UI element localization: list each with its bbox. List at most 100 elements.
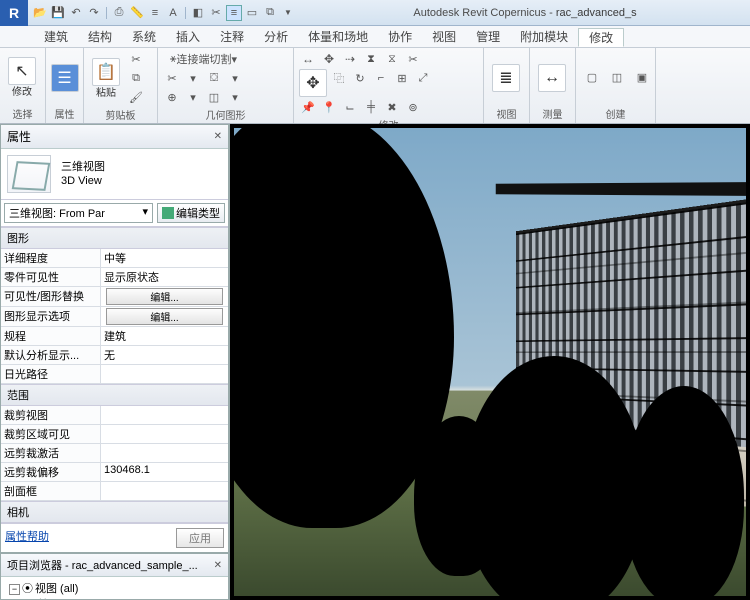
app-logo[interactable]: R [0, 0, 28, 26]
property-value[interactable]: 编辑... [101, 287, 228, 306]
switch-window-icon[interactable]: ⧉ [262, 5, 278, 21]
trim-icon[interactable]: ⌐ [371, 69, 391, 87]
property-row[interactable]: 裁剪视图 [1, 406, 228, 425]
property-row[interactable]: 默认分析显示...无 [1, 346, 228, 365]
create-similar-icon[interactable]: ▣ [630, 66, 654, 90]
edit-button[interactable]: 编辑... [106, 308, 223, 325]
tab-6[interactable]: 体量和场地 [298, 28, 378, 45]
edit-button[interactable]: 编辑... [106, 288, 223, 305]
close-icon[interactable]: ✕ [214, 131, 222, 142]
tab-10[interactable]: 附加模块 [510, 28, 578, 45]
cut-geom-icon[interactable]: ✂ [162, 69, 182, 87]
edit-type-button[interactable]: 编辑类型 [157, 203, 225, 223]
copy-icon[interactable]: ⧉ [126, 69, 146, 87]
tab-3[interactable]: 插入 [166, 28, 210, 45]
measure-button[interactable]: ↔ [534, 64, 570, 92]
group-extent[interactable]: 范围 [1, 384, 228, 406]
property-value[interactable] [101, 406, 228, 424]
print-icon[interactable]: ⎙ [111, 5, 127, 21]
match-icon[interactable]: 🖌 [126, 88, 146, 106]
text-icon[interactable]: A [165, 5, 181, 21]
cube-icon[interactable]: ◧ [190, 5, 206, 21]
properties-help-link[interactable]: 属性帮助 [5, 528, 49, 548]
property-value[interactable] [101, 365, 228, 383]
cut-icon[interactable]: ✂ [126, 50, 146, 68]
property-row[interactable]: 零件可见性显示原状态 [1, 268, 228, 287]
property-row[interactable]: 可见性/图形替换编辑... [1, 287, 228, 307]
undo-icon[interactable]: ↶ [68, 5, 84, 21]
property-value[interactable] [101, 482, 228, 500]
redo-icon[interactable]: ↷ [86, 5, 102, 21]
align-icon[interactable]: ≡ [147, 5, 163, 21]
tab-11[interactable]: 修改 [578, 28, 624, 47]
move-tool[interactable]: ✥ [298, 69, 328, 97]
tab-2[interactable]: 系统 [122, 28, 166, 45]
property-value[interactable]: 建筑 [101, 327, 228, 345]
viewport-3d[interactable] [230, 124, 750, 600]
array-icon[interactable]: ⊞ [392, 69, 412, 87]
property-value[interactable]: 中等 [101, 249, 228, 267]
split-gap-icon[interactable]: ╪ [361, 98, 381, 116]
tree-root[interactable]: −⦿ 视图 (all) [3, 581, 226, 597]
cope-button[interactable]: ⚹ 连接端切割 ▾ [162, 50, 245, 68]
property-row[interactable]: 规程建筑 [1, 327, 228, 346]
browser-tree[interactable]: −⦿ 视图 (all) + 楼层平面 (Floor Plan)+ 天花板平面 (… [1, 577, 228, 599]
close-icon[interactable]: ✕ [214, 560, 222, 571]
offset-icon[interactable]: ⇢ [340, 50, 360, 68]
properties-button[interactable]: ☰ [50, 64, 79, 92]
save-icon[interactable]: 💾 [50, 5, 66, 21]
type-selector[interactable]: 三维视图: From Par▾ [4, 203, 153, 223]
view-button[interactable]: ≣ [488, 64, 524, 92]
tab-9[interactable]: 管理 [466, 28, 510, 45]
collapse-icon[interactable]: − [9, 584, 20, 595]
trim-corner-icon[interactable]: ⌙ [340, 98, 360, 116]
property-value[interactable]: 显示原状态 [101, 268, 228, 286]
delete-icon[interactable]: ✖ [382, 98, 402, 116]
apply-button[interactable]: 应用 [176, 528, 224, 548]
copy-tool-icon[interactable]: ⿻ [329, 69, 349, 87]
pin-icon[interactable]: 📌 [298, 98, 318, 116]
tab-8[interactable]: 视图 [422, 28, 466, 45]
wall-join-icon[interactable]: ◫ [204, 88, 224, 106]
unpin-icon[interactable]: 📍 [319, 98, 339, 116]
tab-4[interactable]: 注释 [210, 28, 254, 45]
property-value[interactable]: 无 [101, 346, 228, 364]
group-graphics[interactable]: 图形 [1, 227, 228, 249]
tab-0[interactable]: 建筑 [34, 28, 78, 45]
mirror-draw-icon[interactable]: ⧖ [382, 50, 402, 68]
property-row[interactable]: 详细程度中等 [1, 249, 228, 268]
close-hidden-icon[interactable]: ▭ [244, 5, 260, 21]
split-icon[interactable]: ⛋ [204, 69, 224, 87]
rotate-icon[interactable]: ↻ [350, 69, 370, 87]
property-value[interactable]: 130468.1 [101, 463, 228, 481]
thin-lines-icon[interactable]: ≡ [226, 5, 242, 21]
create-assembly-icon[interactable]: ◫ [605, 66, 629, 90]
move-icon[interactable]: ✥ [319, 50, 339, 68]
scale-icon[interactable]: ⤢ [413, 69, 433, 87]
array-radial-icon[interactable]: ⊚ [403, 98, 423, 116]
modify-tool-button[interactable]: ↖ 修改 [4, 57, 40, 98]
tab-5[interactable]: 分析 [254, 28, 298, 45]
property-value[interactable] [101, 444, 228, 462]
tree-node[interactable]: + 楼层平面 (Floor Plan) [3, 597, 226, 599]
property-row[interactable]: 裁剪区域可见 [1, 425, 228, 444]
mirror-axis-icon[interactable]: ⧗ [361, 50, 381, 68]
property-row[interactable]: 远剪裁偏移130468.1 [1, 463, 228, 482]
property-row[interactable]: 远剪裁激活 [1, 444, 228, 463]
measure-icon[interactable]: 📏 [129, 5, 145, 21]
type-preview[interactable]: 三维视图 3D View [1, 149, 228, 200]
join-icon[interactable]: ⊕ [162, 88, 182, 106]
property-row[interactable]: 剖面框 [1, 482, 228, 501]
property-row[interactable]: 图形显示选项编辑... [1, 307, 228, 327]
align-icon[interactable]: ↔ [298, 50, 318, 68]
tab-7[interactable]: 协作 [378, 28, 422, 45]
section-icon[interactable]: ✂ [208, 5, 224, 21]
open-icon[interactable]: 📂 [32, 5, 48, 21]
create-group-icon[interactable]: ▢ [580, 66, 604, 90]
property-row[interactable]: 日光路径 [1, 365, 228, 384]
property-value[interactable] [101, 425, 228, 443]
group-camera[interactable]: 相机 [1, 501, 228, 523]
paste-button[interactable]: 📋 粘贴 [88, 58, 124, 99]
tab-1[interactable]: 结构 [78, 28, 122, 45]
dropdown-icon[interactable]: ▼ [280, 5, 296, 21]
